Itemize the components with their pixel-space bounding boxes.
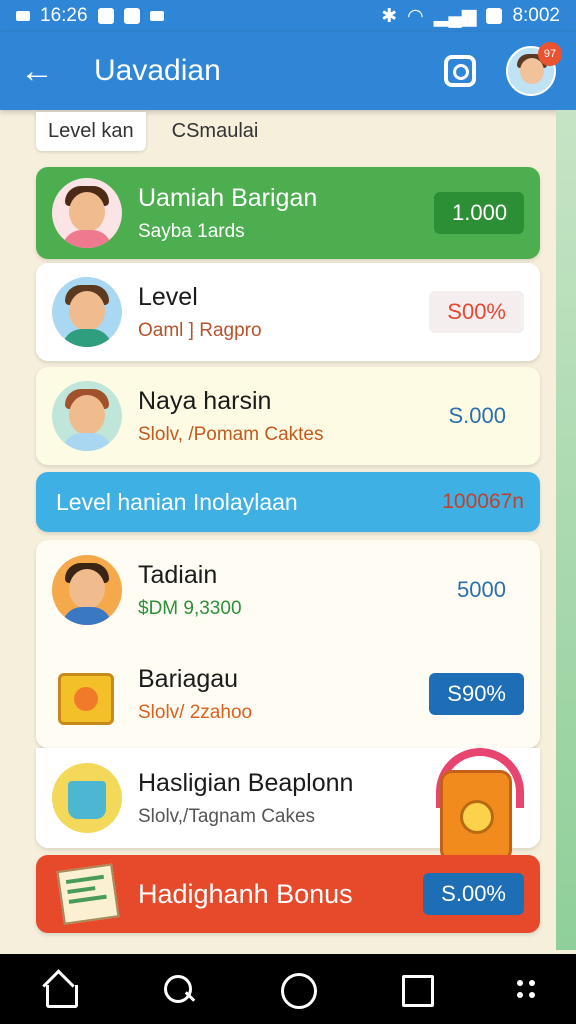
value-badge: 1.000 <box>434 192 524 234</box>
search-icon[interactable] <box>160 971 196 1007</box>
item-title: Tadiain <box>138 560 218 589</box>
tab-bar: Level kan CSmaulai <box>36 112 270 151</box>
battery-icon <box>486 8 503 24</box>
item-title: Uamiah Barigan <box>138 183 318 212</box>
notification-badge: 97 <box>538 42 562 66</box>
app-bar: ← Uavadian 97 <box>0 32 576 110</box>
back-arrow-icon[interactable]: ← <box>20 54 60 88</box>
value-badge: S90% <box>429 673 524 715</box>
list-item[interactable]: Naya harsin Slolv, /Pomam Caktes S.000 <box>36 367 540 465</box>
list-item[interactable]: Uamiah Barigan Sayba 1ards 1.000 <box>36 167 540 259</box>
home-circle-icon[interactable] <box>279 971 317 1009</box>
boy-avatar-icon <box>52 277 122 347</box>
bonus-value-badge: S.00% <box>423 873 524 915</box>
tab-csmaulai[interactable]: CSmaulai <box>160 112 271 151</box>
cup-icon <box>52 763 122 833</box>
home-icon[interactable] <box>41 971 79 1008</box>
list-group: Tadiain $DM 9,3300 5000 Bariagau Slolv/ … <box>36 540 540 748</box>
backpack-icon <box>432 744 528 864</box>
item-title: Bariagau <box>138 664 239 693</box>
document-icon <box>52 859 126 930</box>
status-time-right: 8:002 <box>512 5 560 26</box>
list-item[interactable]: Level Oaml ] Ragpro S00% <box>36 263 540 361</box>
banner-title: Level hanian Inolaylaan <box>56 488 298 515</box>
gift-box-icon <box>52 659 122 729</box>
side-decoration <box>556 110 576 950</box>
wifi-icon: ◠ <box>407 5 424 27</box>
item-title: Naya harsin <box>138 386 272 415</box>
app-notification-icon <box>123 8 140 24</box>
status-bar: 16:26 ✱ ◠ ▂▄▆ 8:002 <box>0 0 576 32</box>
boy-avatar-icon <box>52 555 122 625</box>
notification-icon <box>16 11 30 21</box>
value-badge: S.000 <box>448 403 507 428</box>
tab-level[interactable]: Level kan <box>36 112 146 151</box>
signal-icon: ▂▄▆ <box>433 5 477 27</box>
item-subtitle: Oaml ] Ragpro <box>138 319 262 341</box>
bonus-title: Hadighanh Bonus <box>138 878 353 909</box>
item-subtitle: Sayba 1ards <box>138 220 245 242</box>
recents-icon[interactable] <box>398 971 434 1007</box>
value-badge: S00% <box>429 291 524 333</box>
bluetooth-icon: ✱ <box>381 5 398 27</box>
item-title: Level <box>138 282 198 311</box>
level-banner[interactable]: Level hanian Inolaylaan 100067n <box>36 472 540 532</box>
list-item[interactable]: Bariagau Slolv/ 2zahoo S90% <box>36 644 540 744</box>
girl-avatar-icon <box>52 178 122 248</box>
bonus-card[interactable]: Hadighanh Bonus S.00% <box>36 855 540 933</box>
item-subtitle: Slolv/ 2zahoo <box>138 701 253 723</box>
item-subtitle: Slolv, /Pomam Caktes <box>138 423 324 445</box>
item-subtitle: $DM 9,3300 <box>138 597 242 619</box>
menu-dots-icon[interactable] <box>516 980 535 998</box>
app-notification-icon <box>97 8 114 24</box>
banner-value: 100067n <box>442 490 524 513</box>
value-badge: 5000 <box>457 577 506 602</box>
navigation-bar <box>0 954 576 1024</box>
status-time: 16:26 <box>40 5 88 26</box>
boy-avatar-icon <box>52 381 122 451</box>
list-item[interactable]: Tadiain $DM 9,3300 5000 <box>36 540 540 640</box>
page-title: Uavadian <box>94 54 221 87</box>
profile-avatar[interactable]: 97 <box>506 42 562 96</box>
app-notification-icon <box>149 11 164 21</box>
camera-icon[interactable] <box>444 55 476 87</box>
